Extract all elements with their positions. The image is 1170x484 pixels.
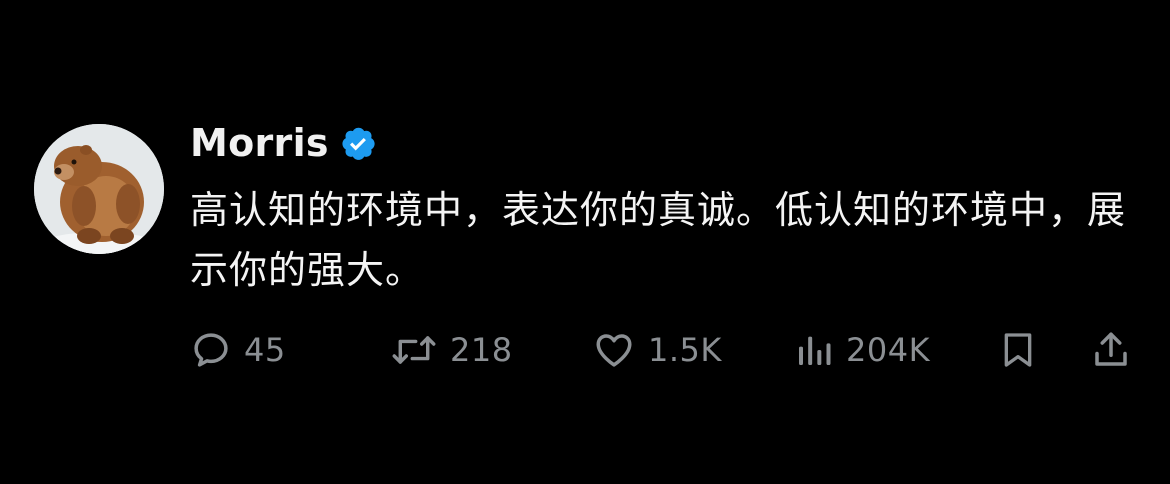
author-name[interactable]: Morris — [190, 121, 329, 165]
views-count: 204K — [846, 331, 931, 369]
views-button[interactable]: 204K — [794, 322, 930, 378]
reply-icon — [190, 329, 232, 371]
repost-icon — [390, 329, 438, 371]
verified-badge-icon — [339, 124, 377, 162]
post-header: Morris — [190, 118, 377, 168]
views-icon — [794, 329, 834, 371]
avatar[interactable] — [34, 124, 164, 254]
like-button[interactable]: 1.5K — [592, 322, 722, 378]
bear-avatar-image — [34, 124, 164, 254]
bookmark-icon — [998, 328, 1038, 372]
bookmark-button[interactable] — [998, 322, 1038, 378]
reply-button[interactable]: 45 — [190, 322, 286, 378]
repost-count: 218 — [450, 331, 513, 369]
post-text: 高认知的环境中，表达你的真诚。低认知的环境中，展示你的强大。 — [190, 188, 1127, 292]
tweet: Morris 高认知的环境中，表达你的真诚。低认知的环境中，展示你的强大。 45 — [0, 0, 1170, 484]
share-button[interactable] — [1090, 322, 1132, 378]
share-icon — [1090, 328, 1132, 372]
action-bar: 45 218 1.5K 204K — [190, 322, 1140, 378]
like-count: 1.5K — [648, 331, 722, 369]
reply-count: 45 — [244, 331, 286, 369]
repost-button[interactable]: 218 — [390, 322, 513, 378]
heart-icon — [592, 329, 636, 371]
